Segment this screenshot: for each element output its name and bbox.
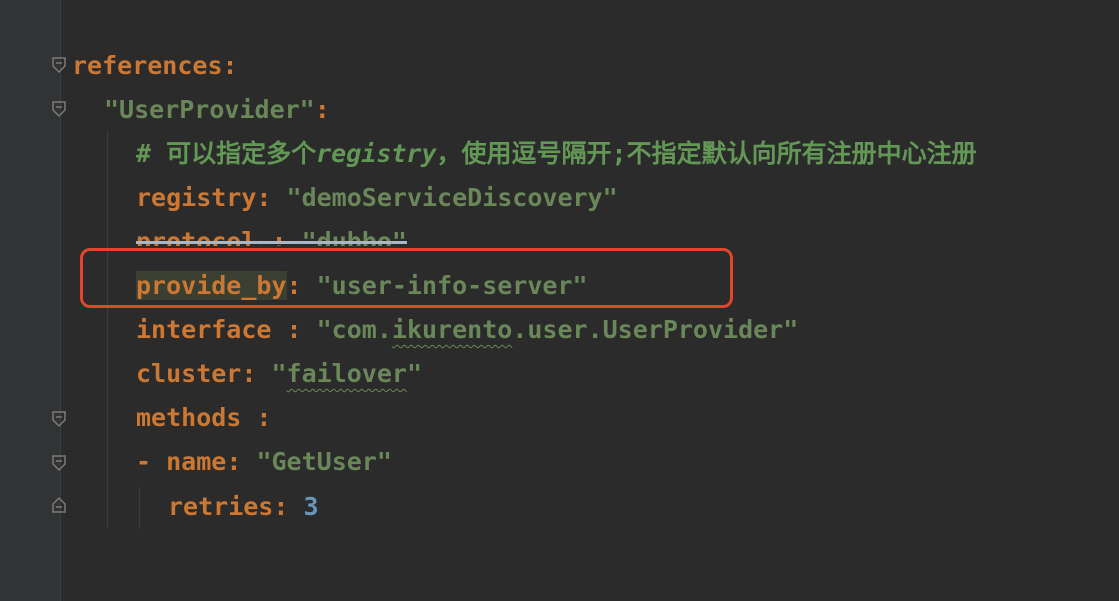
fold-end-icon[interactable]	[52, 496, 66, 513]
yaml-key: interface	[136, 315, 272, 344]
yaml-colon: :	[271, 315, 317, 344]
yaml-colon: :	[241, 403, 272, 432]
yaml-colon: :	[226, 447, 257, 476]
comment-text: ，使用逗号隔开;不指定默认向所有注册中心注册	[436, 139, 977, 168]
yaml-string-value: "com.	[316, 315, 392, 344]
yaml-key: protocol	[136, 227, 257, 246]
fold-collapse-icon[interactable]	[52, 57, 66, 74]
code-line-3-comment[interactable]: # 可以指定多个registry，使用逗号隔开;不指定默认向所有注册中心注册	[136, 132, 977, 176]
comment-text: # 可以指定多个	[136, 139, 317, 168]
yaml-colon: :	[241, 359, 272, 388]
fold-collapse-icon[interactable]	[52, 455, 66, 472]
annotation-highlight-box	[80, 248, 733, 308]
code-line-8[interactable]: cluster: "failover"	[136, 352, 422, 396]
yaml-key: references	[72, 51, 223, 80]
yaml-number-value: 3	[303, 492, 319, 521]
yaml-string-value: failover	[286, 359, 407, 388]
code-line-7[interactable]: interface : "com.ikurento.user.UserProvi…	[136, 308, 798, 352]
yaml-string-value: .user.UserProvider"	[512, 315, 799, 344]
yaml-colon: :	[273, 492, 304, 521]
yaml-string-value: "	[271, 359, 287, 388]
yaml-string-key: "UserProvider"	[104, 95, 315, 124]
comment-text: registry	[316, 139, 437, 168]
yaml-colon: :	[256, 183, 287, 212]
yaml-string-value: "demoServiceDiscovery"	[286, 183, 618, 212]
yaml-key: retries	[168, 492, 274, 521]
yaml-string-value: "	[406, 359, 423, 388]
code-line-2[interactable]: "UserProvider":	[104, 88, 330, 132]
code-line-10[interactable]: - name: "GetUser"	[136, 440, 392, 484]
yaml-dash: -	[136, 447, 167, 476]
yaml-string-value: dubbo	[316, 227, 392, 246]
yaml-key: methods	[136, 403, 242, 432]
yaml-string-value: "	[301, 227, 317, 246]
indent-guide	[107, 130, 108, 528]
code-line-11[interactable]: retries: 3	[168, 485, 319, 529]
yaml-string-value: "	[391, 227, 407, 246]
indent-guide	[139, 487, 140, 529]
code-line-4[interactable]: registry: "demoServiceDiscovery"	[136, 176, 618, 220]
yaml-key: name	[166, 447, 227, 476]
yaml-colon: :	[256, 227, 302, 246]
yaml-string-value: "GetUser"	[256, 447, 392, 476]
yaml-string-value: ikurento	[391, 315, 513, 344]
code-line-9[interactable]: methods :	[136, 396, 271, 440]
fold-collapse-icon[interactable]	[52, 411, 66, 428]
yaml-key: registry	[136, 183, 257, 212]
code-line-1[interactable]: references:	[72, 44, 238, 88]
fold-collapse-icon[interactable]	[52, 101, 66, 118]
yaml-colon: :	[314, 95, 330, 124]
yaml-colon: :	[222, 51, 238, 80]
code-line-5-cutoff[interactable]: protocol : "dubbo"	[136, 220, 407, 246]
yaml-key: cluster	[136, 359, 242, 388]
